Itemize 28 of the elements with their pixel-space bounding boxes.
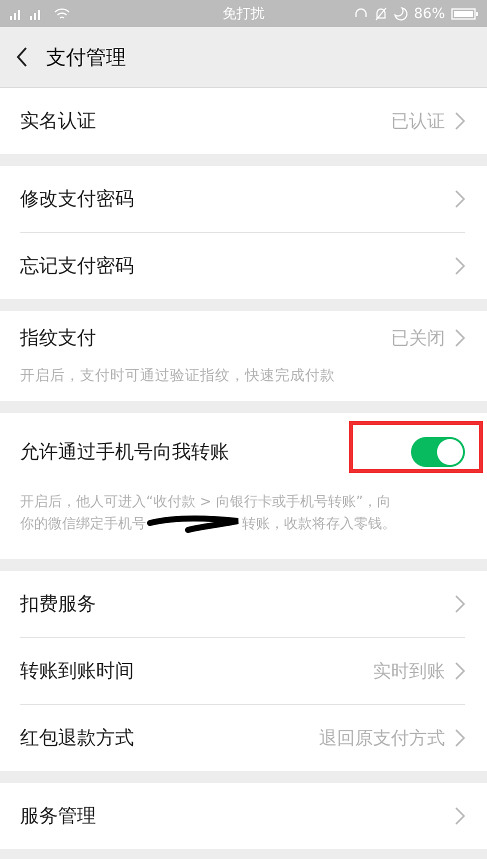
settings-row[interactable]: 修改支付密码 <box>20 166 465 232</box>
status-text: 免打扰 <box>222 4 264 22</box>
settings-row[interactable]: 红包退款方式 退回原支付方式 <box>20 704 465 771</box>
chevron-icon <box>455 257 465 275</box>
row-description: 你的微信绑定手机号 <box>20 515 146 534</box>
settings-row[interactable]: 扣费服务 <box>20 571 465 637</box>
back-icon[interactable] <box>16 47 28 67</box>
moon-icon <box>394 6 408 20</box>
chevron-icon <box>455 329 465 347</box>
row-description: 开启后，他人可进入“收付款 > 向银行卡或手机号转账”，向 <box>20 493 392 512</box>
settings-row[interactable]: 忘记支付密码 <box>20 232 465 299</box>
chevron-icon <box>455 729 465 747</box>
chevron-icon <box>455 807 465 825</box>
settings-row[interactable]: 转账到账时间 实时到账 <box>20 637 465 704</box>
setting-label: 允许通过手机号向我转账 <box>20 440 230 465</box>
battery-percent: 86% <box>414 6 445 22</box>
row-description: 转账，收款将存入零钱。 <box>242 515 396 534</box>
chevron-icon <box>455 112 465 130</box>
bell-icon <box>374 6 388 20</box>
page-title: 支付管理 <box>46 44 126 70</box>
chevron-icon <box>455 190 465 208</box>
settings-row[interactable]: 指纹支付 已关闭 <box>20 311 465 365</box>
battery-icon <box>451 6 479 20</box>
chevron-icon <box>455 595 465 613</box>
chevron-icon <box>455 662 465 680</box>
toggle-switch[interactable] <box>411 437 465 467</box>
wifi-icon <box>54 6 70 20</box>
row-description: 开启后，支付时可通过验证指纹，快速完成付款 <box>20 366 336 386</box>
